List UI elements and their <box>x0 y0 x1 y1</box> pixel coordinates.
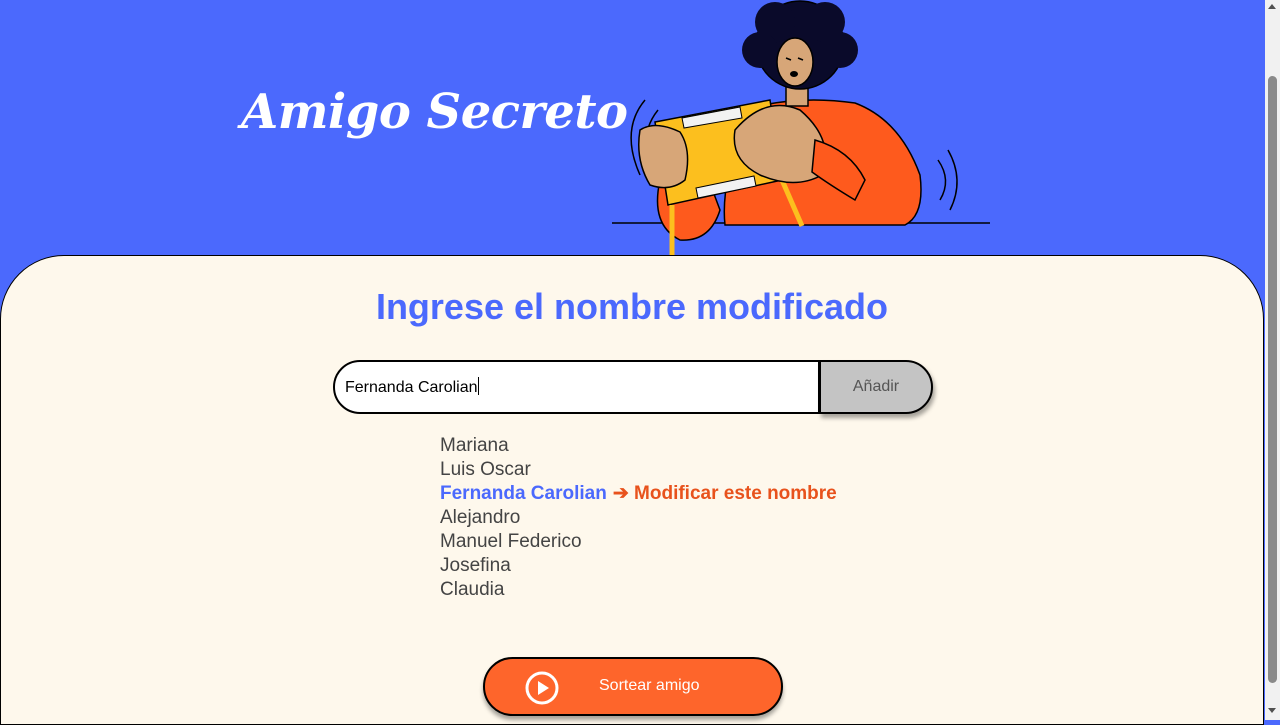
scrollbar-thumb[interactable] <box>1268 76 1277 683</box>
list-item[interactable]: Mariana <box>440 434 837 458</box>
friend-name-input-value: Fernanda Carolian <box>345 379 478 396</box>
friend-name: Mariana <box>440 435 509 456</box>
list-item[interactable]: Alejandro <box>440 506 837 530</box>
person-with-gift-illustration <box>612 0 990 255</box>
friend-name: Manuel Federico <box>440 531 582 552</box>
friend-name: Luis Oscar <box>440 459 531 480</box>
scroll-down-arrow-icon[interactable] <box>1268 708 1276 713</box>
add-button[interactable]: Añadir <box>819 360 933 414</box>
scroll-up-arrow-icon[interactable] <box>1268 4 1276 9</box>
list-item[interactable]: Claudia <box>440 578 837 602</box>
draw-friend-button[interactable]: Sortear amigo <box>483 657 783 716</box>
text-caret <box>477 377 479 395</box>
friend-name: Claudia <box>440 579 505 600</box>
list-item[interactable]: Josefina <box>440 554 837 578</box>
friend-name: Alejandro <box>440 507 521 528</box>
list-item[interactable]: Manuel Federico <box>440 530 837 554</box>
play-circle-icon <box>525 671 559 705</box>
list-item[interactable]: Luis Oscar <box>440 458 837 482</box>
header-banner: Amigo Secreto <box>0 0 1265 260</box>
friends-list: Mariana Luis Oscar Fernanda Carolian ➔ Mo… <box>440 434 837 602</box>
modify-name-link[interactable]: ➔ Modificar este nombre <box>613 483 837 504</box>
friend-name: Fernanda Carolian <box>440 483 607 504</box>
app-title: Amigo Secreto <box>241 84 628 140</box>
list-item-selected[interactable]: Fernanda Carolian ➔ Modificar este nombre <box>440 482 837 506</box>
friend-name: Josefina <box>440 555 511 576</box>
vertical-scrollbar[interactable] <box>1265 0 1280 720</box>
draw-friend-button-label: Sortear amigo <box>599 677 700 694</box>
section-title: Ingrese el nombre modificado <box>375 286 889 327</box>
friend-name-input-text: Fernanda Carolian <box>345 377 479 397</box>
